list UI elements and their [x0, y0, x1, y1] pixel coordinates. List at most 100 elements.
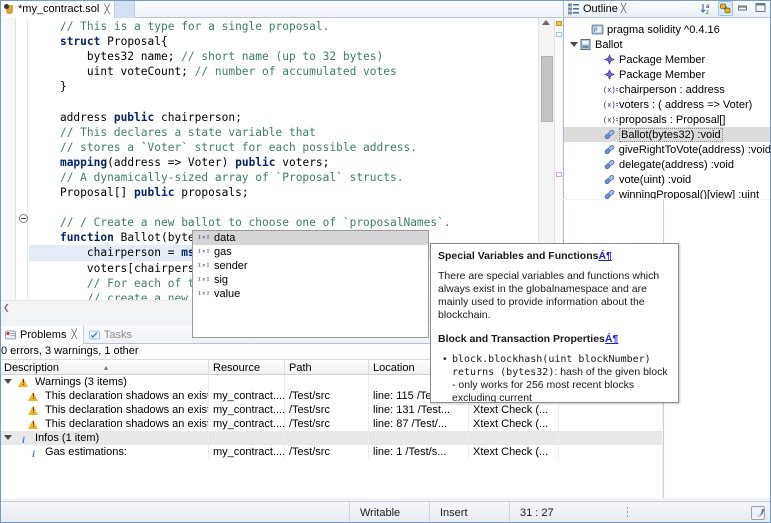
scroll-left-arrow-icon[interactable]: ❮ [3, 305, 10, 310]
outline-item[interactable]: Package Member [564, 52, 771, 67]
problems-description-label: Infos (1 item) [35, 431, 99, 445]
doc-heading-1-anchor[interactable]: Á¶ [598, 250, 611, 262]
problems-column-header[interactable]: Resource [209, 360, 285, 374]
outline-item[interactable]: vote(uint) :void [564, 172, 771, 187]
warning-icon [28, 419, 39, 430]
problems-path-cell: /Test/src [285, 417, 369, 431]
problems-location-cell [369, 431, 469, 445]
problems-tab-tasks[interactable]: Tasks [84, 326, 138, 344]
outline-item[interactable]: Package Member [564, 67, 771, 82]
problems-column-header[interactable]: Description▴ [0, 360, 209, 374]
outline-item-label: voters : ( address => Voter) [619, 99, 752, 111]
completion-proposal-label: sender [214, 260, 248, 272]
problems-tab-problems[interactable]: Problems ╳ [0, 326, 84, 344]
completion-proposal[interactable]: ᴵˣᴵ sender [193, 259, 428, 273]
table-row[interactable]: iGas estimations:my_contract..../Test/sr… [0, 445, 662, 459]
right-panel-blank [663, 200, 771, 498]
problems-description-label: This declaration shadows an existing dec… [45, 389, 208, 403]
table-row[interactable]: This declaration shadows an existing dec… [0, 403, 662, 417]
doc-heading-2-anchor[interactable]: Á¶ [605, 333, 618, 345]
svg-text:(x)=: (x)= [603, 87, 618, 95]
twisty-placeholder [592, 144, 603, 155]
outline-item-label: winningProposal()[view] :uint [619, 189, 759, 200]
outline-item[interactable]: Ballot [564, 37, 771, 52]
outline-tree[interactable]: Ppragma solidity ^0.4.16BallotPackage Me… [564, 19, 771, 199]
table-row[interactable]: This declaration shadows an existing dec… [0, 417, 662, 431]
outline-item-label: delegate(address) :void [619, 159, 734, 171]
outline-item[interactable]: giveRightToVote(address) :void [564, 142, 771, 157]
scroll-up-arrow-icon[interactable] [542, 20, 550, 25]
warning-icon [28, 391, 39, 402]
problems-kind-cell: Xtext Check (... [469, 445, 559, 459]
overview-marker-info[interactable] [556, 32, 562, 37]
twisty-expanded-icon[interactable] [568, 39, 579, 50]
close-icon[interactable]: ╳ [621, 3, 626, 14]
variable-icon: ᴵˣᴵ [197, 248, 210, 257]
problems-tab-label: Problems [20, 329, 66, 341]
code-line [29, 200, 536, 215]
outline-item[interactable]: (x)=voters : ( address => Voter) [564, 97, 771, 112]
twisty-placeholder [592, 99, 603, 110]
close-icon[interactable]: ╳ [71, 329, 76, 340]
doc-heading-2-text: Block and Transaction Properties [438, 333, 605, 345]
scrollbar-thumb[interactable] [541, 56, 553, 122]
overview-marker-warning[interactable] [556, 21, 562, 26]
editor-folding-gutter[interactable] [16, 18, 28, 312]
problems-description-cell: Warnings (3 items) [0, 375, 209, 389]
problems-description-label: Gas estimations: [45, 445, 127, 459]
function-icon [603, 158, 616, 171]
status-bar-resize-handle[interactable] [620, 502, 636, 523]
outline-item[interactable]: (x)=proposals : Proposal[] [564, 112, 771, 127]
variable-icon: ᴵˣᴵ [197, 262, 210, 271]
sort-button[interactable]: a z [700, 1, 715, 16]
completion-proposal[interactable]: ᴵˣᴵgas [193, 245, 428, 259]
function-icon [603, 173, 616, 186]
problems-column-header[interactable]: Path [285, 360, 369, 374]
outline-item[interactable]: delegate(address) :void [564, 157, 771, 172]
warning-icon [28, 405, 39, 416]
code-line: address public chairperson; [29, 110, 536, 125]
problems-description-label: This declaration shadows an existing dec… [45, 417, 208, 431]
maximize-button[interactable] [754, 1, 769, 16]
problems-path-cell: /Test/src [285, 389, 369, 403]
code-line: // stores a `Voter` struct for each poss… [29, 140, 536, 155]
feed-icon[interactable] [751, 506, 765, 520]
problems-tab-label: Tasks [104, 329, 132, 341]
problems-group-row[interactable]: iInfos (1 item) [0, 431, 662, 445]
doc-bullet-list: block.blockhash(uint blockNumber) return… [438, 353, 671, 403]
package-member-icon [603, 53, 616, 66]
outline-item[interactable]: winningProposal()[view] :uint [564, 187, 771, 199]
completion-proposal[interactable]: ᴵˣᴵdata [193, 231, 428, 245]
doc-paragraph-1: There are special variables and function… [438, 270, 671, 322]
fold-collapse-icon[interactable] [19, 214, 28, 223]
minimize-button[interactable] [736, 1, 751, 16]
problems-column-header-label: Resource [213, 362, 260, 374]
outline-item[interactable]: Ppragma solidity ^0.4.16 [564, 22, 771, 37]
problems-location-cell: line: 131 /Test... [369, 403, 469, 417]
twisty-expanded-icon[interactable] [2, 376, 14, 388]
problems-path-cell: /Test/src [285, 445, 369, 459]
problems-resource-cell: my_contract.... [209, 403, 285, 417]
twisty-placeholder [580, 24, 591, 35]
overview-marker-occurrence[interactable] [556, 172, 562, 177]
close-icon[interactable]: ╳ [104, 4, 109, 15]
problems-description-cell: iInfos (1 item) [0, 431, 209, 445]
outline-item-label: pragma solidity ^0.4.16 [607, 24, 720, 36]
link-with-editor-button[interactable] [718, 1, 733, 16]
editor-tab-my-contract[interactable]: *my_contract.sol ╳ [0, 0, 115, 18]
completion-proposal[interactable]: ᴵˣᴵvalue [193, 287, 428, 301]
completion-proposal[interactable]: ᴵˣᴵsig [193, 273, 428, 287]
code-line: // / Create a new ballot to choose one o… [29, 215, 536, 230]
svg-text:(x)=: (x)= [603, 117, 618, 125]
problems-description-label: Warnings (3 items) [35, 375, 127, 389]
outline-item[interactable]: (x)=chairperson : address [564, 82, 771, 97]
twisty-expanded-icon[interactable] [2, 432, 14, 444]
outline-item[interactable]: Ballot(bytes32) :void [564, 127, 771, 142]
variable-icon: (x)= [603, 98, 616, 111]
tasks-icon [88, 328, 101, 341]
code-line: struct Proposal{ [29, 34, 536, 49]
problems-description-cell: This declaration shadows an existing dec… [0, 403, 209, 417]
problems-description-cell: iGas estimations: [0, 445, 209, 459]
content-assist-popup[interactable]: ᴵˣᴵdataᴵˣᴵgasᴵˣᴵsenderᴵˣᴵsigᴵˣᴵvalue [192, 230, 429, 338]
editor-marker-gutter[interactable] [0, 18, 16, 312]
